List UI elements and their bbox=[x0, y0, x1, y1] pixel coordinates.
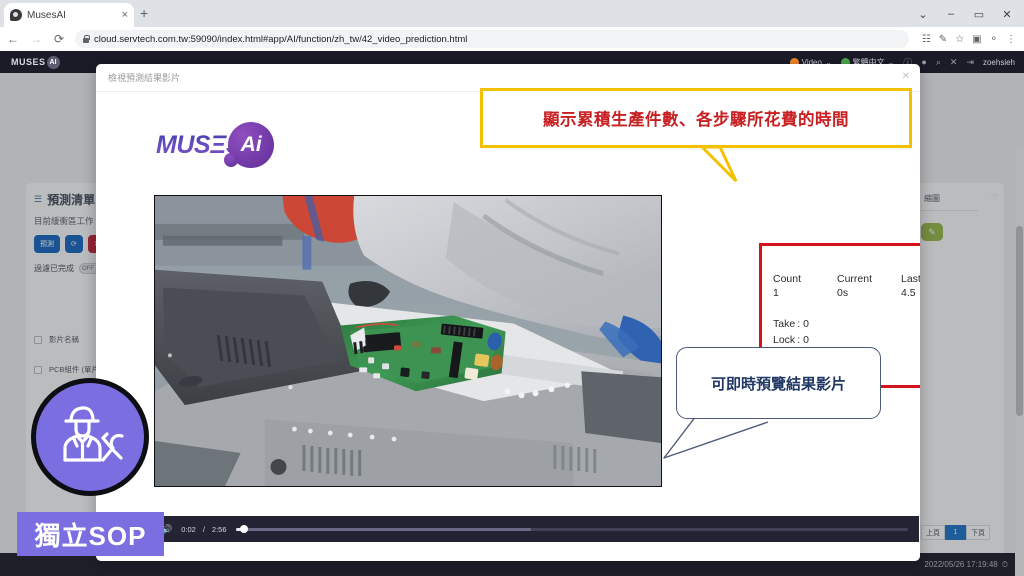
screenshot-root: MusesAI × + ⌄ – ▭ ✕ ← → ⟳ cloud.servtech… bbox=[0, 0, 1024, 576]
stat-count: Count 1 bbox=[773, 272, 837, 300]
search-icon[interactable]: ⌕ bbox=[936, 57, 941, 68]
video-buffered-range bbox=[235, 527, 532, 531]
sidepanel-icon[interactable]: ▣ bbox=[972, 34, 981, 45]
muses-ai-logo: MUSΞS Ai bbox=[156, 122, 275, 168]
video-time-display: 0:02 / 2:56 bbox=[181, 525, 226, 534]
forward-icon[interactable]: → bbox=[29, 32, 43, 46]
blue-bubble-text: 可即時預覽結果影片 bbox=[710, 375, 846, 393]
modal-title: 檢視預測結果影片 bbox=[108, 73, 181, 83]
stats-grid: Count 1 Current 0s Last 4.5 bbox=[773, 272, 920, 300]
sop-badge-label-text: 獨立SOP bbox=[34, 520, 147, 551]
stat-count-value: 1 bbox=[773, 287, 779, 300]
browser-toolbar: ← → ⟳ cloud.servtech.com.tw:59090/index.… bbox=[0, 27, 1024, 51]
sop-badge-label: 獨立SOP bbox=[17, 512, 164, 556]
share-icon[interactable]: ✎ bbox=[939, 34, 947, 45]
address-bar-url: cloud.servtech.com.tw:59090/index.html#a… bbox=[94, 33, 468, 45]
chevron-down-icon[interactable]: ⌄ bbox=[910, 4, 936, 24]
extensions-icon[interactable]: ☷ bbox=[922, 34, 931, 45]
tab-close-icon[interactable]: × bbox=[122, 9, 128, 21]
reload-icon[interactable]: ⟳ bbox=[52, 32, 66, 46]
profile-icon[interactable]: ⚬ bbox=[990, 34, 998, 45]
app-logo-badge: AI bbox=[46, 55, 60, 69]
video-seek-handle[interactable] bbox=[239, 525, 248, 533]
yellow-callout-tail bbox=[700, 147, 738, 183]
stat-count-label: Count bbox=[773, 273, 802, 285]
browser-tab[interactable]: MusesAI × bbox=[4, 3, 134, 27]
stat-current-value: 0s bbox=[837, 287, 849, 300]
logout-icon[interactable]: ⇥ bbox=[966, 57, 974, 68]
modal-close-icon[interactable]: ✕ bbox=[902, 71, 910, 82]
worker-with-tools-icon bbox=[63, 406, 124, 462]
muses-ai-logo-ai-text: Ai bbox=[240, 133, 262, 156]
address-bar[interactable]: cloud.servtech.com.tw:59090/index.html#a… bbox=[75, 30, 909, 48]
bookmark-star-icon[interactable]: ☆ bbox=[955, 34, 964, 45]
video-player-frame[interactable] bbox=[154, 195, 662, 487]
stat-current-label: Current bbox=[837, 273, 873, 285]
yellow-callout-text: 顯示累積生產件數、各步驟所花費的時間 bbox=[543, 111, 849, 129]
stat-last-label: Last bbox=[901, 273, 920, 285]
fullscreen-icon[interactable]: ✕ bbox=[950, 57, 958, 68]
sop-badge-circle bbox=[31, 378, 149, 496]
window-controls: ⌄ – ▭ ✕ bbox=[910, 4, 1020, 24]
video-time-separator: / bbox=[202, 524, 205, 534]
close-window-button[interactable]: ✕ bbox=[994, 4, 1020, 24]
menu-kebab-icon[interactable]: ⋮ bbox=[1006, 34, 1016, 45]
video-duration: 2:56 bbox=[211, 524, 227, 534]
app-logo[interactable]: MUSES AI bbox=[11, 55, 60, 69]
user-avatar-icon[interactable]: ● bbox=[921, 57, 926, 67]
stat-last: Last 4.5 bbox=[901, 272, 920, 300]
stat-take: Take : 0 bbox=[773, 318, 809, 331]
minimize-button[interactable]: – bbox=[938, 4, 964, 24]
muses-favicon-icon bbox=[10, 9, 22, 21]
username-label: zoehsieh bbox=[982, 57, 1015, 67]
stats-extra: Take : 0 Lock : 0 bbox=[773, 317, 920, 347]
blue-bubble-tail bbox=[663, 414, 769, 459]
muses-ai-logo-ball: Ai bbox=[224, 122, 275, 168]
stat-last-value: 4.5 bbox=[901, 287, 916, 300]
stat-current: Current 0s bbox=[837, 272, 901, 300]
video-frame-image bbox=[155, 196, 661, 486]
lock-icon bbox=[83, 34, 90, 43]
browser-tab-strip: MusesAI × + ⌄ – ▭ ✕ bbox=[0, 0, 1024, 27]
browser-tab-title: MusesAI bbox=[27, 9, 66, 21]
new-tab-button[interactable]: + bbox=[140, 6, 148, 20]
video-seek-bar[interactable] bbox=[235, 525, 908, 533]
video-player-controls: 🔊 0:02 / 2:56 bbox=[154, 516, 919, 542]
yellow-callout: 顯示累積生產件數、各步驟所花費的時間 bbox=[480, 88, 912, 148]
maximize-button[interactable]: ▭ bbox=[966, 4, 992, 24]
browser-toolbar-icons: ☷ ✎ ☆ ▣ ⚬ ⋮ bbox=[922, 34, 1018, 45]
app-logo-text: MUSES bbox=[11, 57, 46, 67]
back-icon[interactable]: ← bbox=[6, 32, 20, 46]
video-current-time: 0:02 bbox=[181, 524, 196, 534]
blue-bubble: 可即時預覽結果影片 bbox=[676, 347, 881, 419]
stat-lock: Lock : 0 bbox=[773, 333, 809, 346]
